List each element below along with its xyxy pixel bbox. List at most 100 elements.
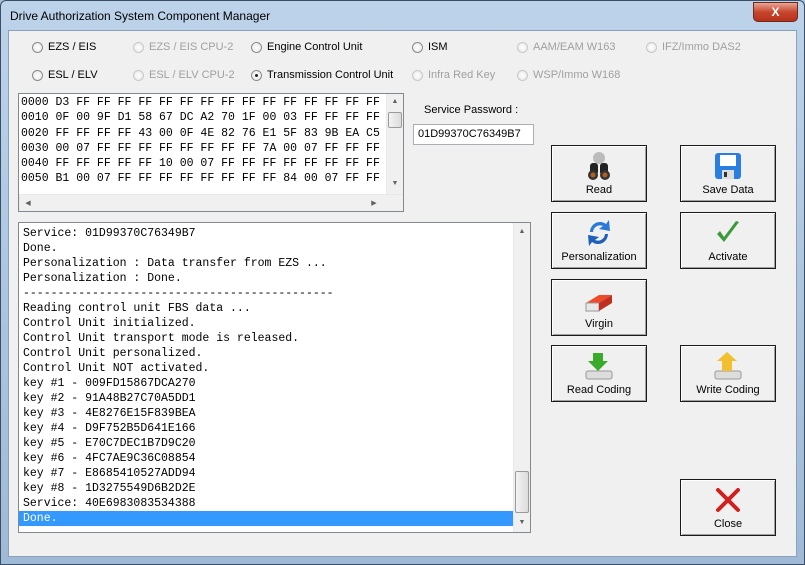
write-coding-label: Write Coding (696, 384, 760, 396)
scroll-right-icon[interactable]: ▶ (366, 199, 382, 207)
radio-option[interactable]: Transmission Control Unit (251, 69, 393, 81)
log-vertical-scrollbar[interactable]: ▲ ▼ (513, 223, 530, 532)
log-line[interactable]: key #6 - 4FC7AE9C36C08854 (19, 451, 513, 466)
scroll-down-icon[interactable]: ▼ (514, 519, 530, 526)
read-label: Read (585, 184, 613, 196)
checkmark-icon (681, 218, 775, 248)
log-line[interactable]: Control Unit initialized. (19, 316, 513, 331)
radio-label: Infra Red Key (428, 69, 496, 81)
close-label: Close (713, 518, 743, 530)
activate-button[interactable]: Activate (680, 212, 776, 269)
radio-circle-icon (32, 41, 43, 53)
radio-circle-icon (133, 69, 144, 81)
scroll-up-icon[interactable]: ▲ (514, 228, 530, 235)
hex-line: 0050 B1 00 07 FF FF FF FF FF FF FF FF 84… (21, 172, 380, 186)
download-drive-icon (552, 351, 646, 381)
sync-arrows-icon (552, 218, 646, 248)
hex-line: 0020 FF FF FF FF 43 00 0F 4E 82 76 E1 5F… (21, 126, 380, 140)
radio-option[interactable]: ESL / ELV (32, 69, 98, 81)
scroll-thumb[interactable] (388, 112, 402, 128)
radio-label: IFZ/Immo DAS2 (662, 41, 741, 53)
log-line[interactable]: Service: 01D99370C76349B7 (19, 226, 513, 241)
radio-label: Engine Control Unit (267, 41, 363, 53)
radio-option: AAM/EAM W163 (517, 41, 616, 53)
radio-label: WSP/Immo W168 (533, 69, 621, 81)
radio-option: EZS / EIS CPU-2 (133, 41, 233, 53)
scroll-up-icon[interactable]: ▲ (387, 98, 403, 105)
log-line[interactable]: Control Unit transport mode is released. (19, 331, 513, 346)
radio-option[interactable]: EZS / EIS (32, 41, 96, 53)
read-coding-label: Read Coding (566, 384, 632, 396)
radio-label: EZS / EIS CPU-2 (149, 41, 234, 53)
close-button[interactable]: Close (680, 479, 776, 536)
radio-label: Transmission Control Unit (267, 69, 394, 81)
service-password-input[interactable]: 01D99370C76349B7 (413, 124, 534, 145)
log-line[interactable]: Personalization : Done. (19, 271, 513, 286)
log-line[interactable]: key #1 - 009FD15867DCA270 (19, 376, 513, 391)
personalization-button[interactable]: Personalization (551, 212, 647, 269)
log-line[interactable]: Done. (19, 511, 513, 526)
scroll-left-icon[interactable]: ◀ (20, 199, 36, 207)
radio-circle-icon (517, 41, 528, 53)
log-line[interactable]: Control Unit NOT activated. (19, 361, 513, 376)
hex-vertical-scrollbar[interactable]: ▲ ▼ (386, 94, 403, 194)
service-password-label: Service Password : (424, 104, 519, 116)
radio-label: EZS / EIS (48, 41, 97, 53)
radio-circle-icon (251, 69, 262, 81)
radio-option[interactable]: Engine Control Unit (251, 41, 362, 53)
hex-line: 0030 00 07 FF FF FF FF FF FF FF FF 7A 00… (21, 141, 380, 155)
hex-line: 0000 D3 FF FF FF FF FF FF FF FF FF FF FF… (21, 96, 380, 109)
scroll-down-icon[interactable]: ▼ (387, 180, 403, 187)
radio-label: ISM (428, 41, 448, 53)
write-coding-button[interactable]: Write Coding (680, 345, 776, 402)
radio-circle-icon (412, 41, 423, 53)
radio-label: AAM/EAM W163 (533, 41, 616, 53)
read-button[interactable]: Read (551, 145, 647, 202)
radio-option: ESL / ELV CPU-2 (133, 69, 235, 81)
radio-option: Infra Red Key (412, 69, 495, 81)
radio-circle-icon (133, 41, 144, 53)
scroll-thumb[interactable] (515, 471, 529, 513)
binoculars-icon (552, 151, 646, 181)
floppy-disk-icon (681, 151, 775, 181)
radio-option: IFZ/Immo DAS2 (646, 41, 741, 53)
log-line[interactable]: Done. (19, 241, 513, 256)
log-line[interactable]: ----------------------------------------… (19, 286, 513, 301)
log-line[interactable]: key #4 - D9F752B5D641E166 (19, 421, 513, 436)
radio-circle-icon (251, 41, 262, 53)
log-line[interactable]: key #7 - E8685410527ADD94 (19, 466, 513, 481)
eraser-icon (552, 285, 646, 315)
virgin-button[interactable]: Virgin (551, 279, 647, 336)
radio-circle-icon (646, 41, 657, 53)
log-line[interactable]: key #3 - 4E8276E15F839BEA (19, 406, 513, 421)
hex-horizontal-scrollbar[interactable]: ◀ ▶ (19, 194, 403, 211)
upload-drive-icon (681, 351, 775, 381)
log-line[interactable]: Service: 40E6983083534388 (19, 496, 513, 511)
save-data-label: Save Data (702, 184, 754, 196)
hex-line: 0040 FF FF FF FF FF 10 00 07 FF FF FF FF… (21, 157, 380, 171)
radio-circle-icon (517, 69, 528, 81)
radio-option[interactable]: ISM (412, 41, 448, 53)
log-line[interactable]: key #5 - E70C7DEC1B7D9C20 (19, 436, 513, 451)
log-line[interactable]: key #8 - 1D3275549D6B2D2E (19, 481, 513, 496)
hex-view[interactable]: 0000 D3 FF FF FF FF FF FF FF FF FF FF FF… (18, 93, 404, 212)
hex-line: 0010 0F 00 9F D1 58 67 DC A2 70 1F 00 03… (21, 111, 380, 125)
virgin-label: Virgin (585, 318, 613, 330)
radio-option: WSP/Immo W168 (517, 69, 620, 81)
radio-label: ESL / ELV (48, 69, 98, 81)
log-line[interactable]: key #2 - 91A48B27C70A5DD1 (19, 391, 513, 406)
radio-label: ESL / ELV CPU-2 (149, 69, 235, 81)
save-data-button[interactable]: Save Data (680, 145, 776, 202)
window-close-button[interactable]: X (753, 2, 798, 22)
log-line[interactable]: Control Unit personalized. (19, 346, 513, 361)
red-x-icon (681, 485, 775, 515)
radio-circle-icon (32, 69, 43, 81)
radio-circle-icon (412, 69, 423, 81)
window-title: Drive Authorization System Component Man… (10, 9, 271, 23)
log-line[interactable]: Reading control unit FBS data ... (19, 301, 513, 316)
personalization-label: Personalization (561, 251, 637, 263)
activate-label: Activate (708, 251, 748, 263)
log-line[interactable]: Personalization : Data transfer from EZS… (19, 256, 513, 271)
read-coding-button[interactable]: Read Coding (551, 345, 647, 402)
log-view[interactable]: Service: 01D99370C76349B7 Done. Personaliz… (18, 222, 531, 533)
